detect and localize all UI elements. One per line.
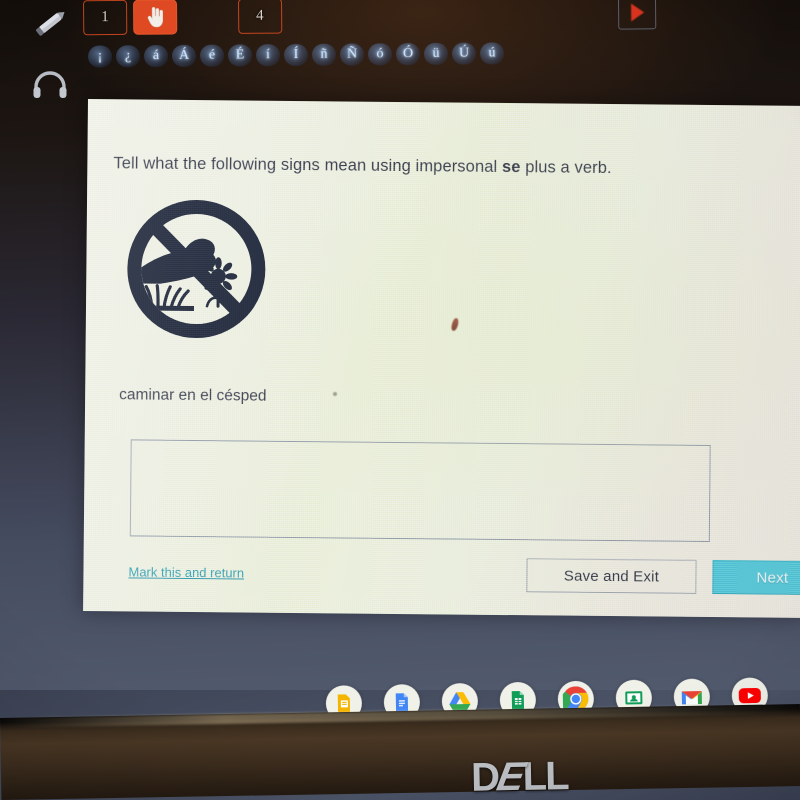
no-walking-on-grass-sign [127, 200, 266, 339]
play-button[interactable] [617, 0, 657, 30]
toolbar-hand-tool[interactable] [133, 0, 178, 35]
accent-key-5[interactable]: É [227, 44, 253, 67]
accent-character-bar: ¡ ¿ á Áé Éí Íñ Ñó Óü Úú [87, 42, 505, 68]
dell-logo: DELL [471, 754, 568, 800]
laptop-screen-photo: 1 4 ¡ ¿ á Áé Éí Íñ Ñó Óü Úú Tell what the follow… [0, 0, 800, 800]
accent-key-4[interactable]: é [199, 44, 225, 67]
accent-key-1[interactable]: ¿ [115, 45, 141, 68]
accent-key-13[interactable]: Ú [451, 42, 477, 65]
accent-key-3[interactable]: Á [171, 44, 197, 67]
answer-input[interactable] [129, 439, 711, 542]
accent-key-10[interactable]: ó [367, 43, 393, 66]
toolbar-tab-1-label: 1 [101, 9, 110, 26]
prompt-text-after: plus a verb. [520, 158, 612, 178]
accent-key-14[interactable]: ú [479, 42, 505, 65]
laptop-bezel: DELL [0, 704, 800, 800]
hand-cursor-icon [147, 6, 164, 27]
accent-key-2[interactable]: á [143, 45, 169, 68]
question-prompt: Tell what the following signs mean using… [113, 154, 611, 178]
next-button[interactable]: Next [712, 560, 800, 596]
prompt-text-bold: se [501, 157, 521, 177]
sign-caption: caminar en el césped [119, 386, 267, 405]
accent-key-11[interactable]: Ó [395, 43, 421, 66]
accent-key-6[interactable]: í [255, 44, 281, 67]
headphones-icon[interactable] [30, 70, 70, 100]
accent-key-8[interactable]: ñ [311, 43, 337, 66]
toolbar-tab-4-label: 4 [256, 7, 265, 24]
mark-this-and-return-link[interactable]: Mark this and return [128, 564, 244, 580]
accent-key-0[interactable]: ¡ [87, 45, 113, 68]
accent-key-9[interactable]: Ñ [339, 43, 365, 66]
prompt-text-before: Tell what the following signs mean using… [113, 154, 503, 176]
toolbar-tab-1[interactable]: 1 [83, 0, 128, 36]
quiz-page: Tell what the following signs mean using… [83, 99, 800, 618]
dell-logo-l2: L [544, 754, 568, 799]
toolbar-tab-4[interactable]: 4 [237, 0, 283, 34]
play-icon [630, 2, 644, 21]
screen-dust-speck-secondary [333, 392, 337, 396]
save-and-exit-button[interactable]: Save and Exit [526, 558, 697, 594]
pencil-icon[interactable] [30, 7, 72, 37]
accent-key-12[interactable]: ü [423, 42, 449, 65]
accent-key-7[interactable]: Í [283, 43, 309, 67]
